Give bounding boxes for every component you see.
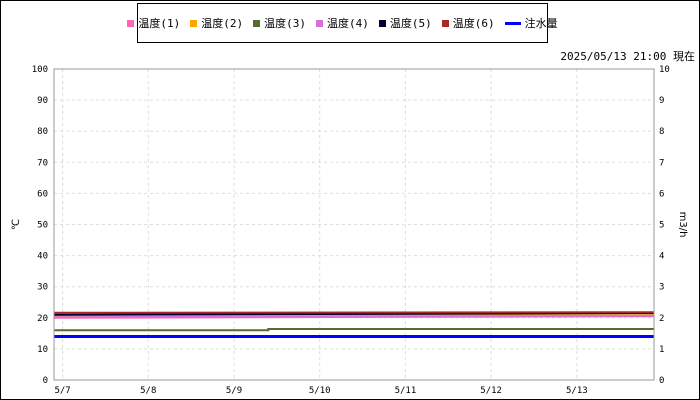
legend-swatch	[316, 19, 323, 27]
legend: 温度(1) 温度(2) 温度(3) 温度(4) 温度(5) 温度(6) 注水量	[127, 3, 558, 43]
y-tick-label: 60	[37, 189, 48, 199]
grid-lines	[54, 68, 654, 381]
x-tick-label: 5/13	[566, 386, 588, 396]
y2-axis-title: m3/h	[677, 212, 688, 238]
legend-item: 温度(5)	[378, 15, 432, 31]
y2-tick-label: 7	[659, 158, 664, 168]
legend-item: 温度(3)	[253, 15, 306, 31]
timestamp: 2025/05/13 21:00 現在	[560, 50, 695, 63]
y-tick-label: 50	[37, 221, 48, 231]
legend-swatch	[378, 19, 386, 27]
legend-label: 温度(3)	[264, 17, 306, 30]
legend-item: 温度(1)	[127, 15, 180, 31]
legend-label: 注水量	[524, 17, 558, 30]
y-tick-label: 100	[32, 65, 48, 75]
y-tick-label: 10	[37, 345, 48, 355]
y-axis-title: ℃	[11, 219, 22, 230]
y2-tick-label: 8	[659, 127, 664, 137]
y-tick-label: 30	[37, 283, 48, 293]
x-tick-label: 5/12	[480, 386, 502, 396]
y2-tick-label: 3	[659, 283, 664, 293]
series-line	[53, 311, 655, 314]
y-axis-ticks: 0 10 20 30 40 50 60 70 80 90 100	[32, 65, 48, 386]
legend-item: 注水量	[504, 15, 558, 31]
legend-swatch	[441, 19, 449, 27]
x-tick-label: 5/7	[54, 386, 70, 396]
legend-label: 温度(6)	[452, 17, 495, 30]
y2-tick-label: 10	[659, 65, 670, 75]
y-tick-label: 0	[43, 376, 48, 386]
legend-swatch	[190, 19, 198, 27]
legend-item: 温度(6)	[441, 15, 495, 31]
legend-label: 温度(5)	[389, 17, 432, 30]
legend-swatch	[253, 19, 261, 27]
legend-item: 温度(4)	[316, 15, 369, 31]
y-tick-label: 80	[37, 127, 48, 137]
chart-frame: 0 10 20 30 40 50 60 70 80 90 100 0 1 2 3 4 5 6 7 8 9 10 5/7 5…	[0, 0, 700, 400]
y2-tick-label: 0	[659, 376, 664, 386]
y2-tick-label: 1	[659, 345, 664, 355]
y2-tick-label: 6	[659, 189, 664, 199]
legend-label: 温度(1)	[138, 17, 181, 30]
x-tick-label: 5/9	[226, 386, 242, 396]
y2-tick-label: 9	[659, 96, 664, 106]
x-tick-label: 5/11	[395, 386, 417, 396]
x-tick-label: 5/10	[309, 386, 331, 396]
y-tick-label: 90	[37, 96, 48, 106]
x-axis-ticks: 5/7 5/8 5/9 5/10 5/11 5/12 5/13	[54, 386, 587, 396]
y-tick-label: 20	[37, 314, 48, 324]
series-line	[54, 328, 654, 332]
series-line	[53, 314, 655, 319]
y2-axis-ticks: 0 1 2 3 4 5 6 7 8 9 10	[659, 65, 670, 386]
legend-swatch	[127, 19, 135, 27]
x-tick-label: 5/8	[140, 386, 156, 396]
y2-tick-label: 2	[659, 314, 664, 324]
legend-swatch	[504, 21, 521, 25]
legend-label: 温度(4)	[327, 17, 369, 30]
series-group	[53, 311, 655, 338]
y-tick-label: 70	[37, 158, 48, 168]
legend-item: 温度(2)	[190, 15, 243, 31]
y-tick-label: 40	[37, 252, 48, 262]
y2-tick-label: 5	[659, 221, 664, 231]
legend-label: 温度(2)	[201, 17, 244, 30]
y2-tick-label: 4	[659, 252, 664, 262]
